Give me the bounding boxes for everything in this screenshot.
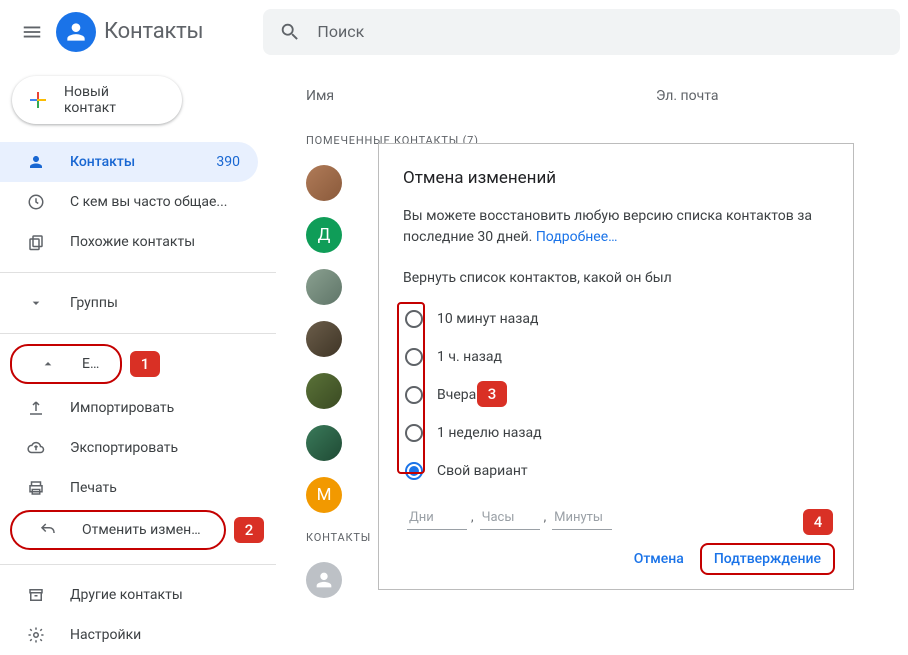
sidebar-item-groups[interactable]: Группы [0, 283, 258, 323]
radio-option-1week[interactable]: 1 неделю назад [403, 414, 829, 452]
gear-icon [24, 626, 48, 644]
sidebar-item-export[interactable]: Экспортировать [0, 428, 258, 468]
radio-label: 10 минут назад [437, 311, 538, 327]
dialog-body: Вы можете восстановить любую версию спис… [403, 206, 829, 248]
sidebar-item-label: Импортировать [70, 400, 240, 416]
radio-label: Вчера [437, 387, 476, 403]
app-header: Контакты Поиск [0, 0, 908, 64]
avatar: Д [306, 217, 342, 253]
history-icon [24, 193, 48, 211]
print-icon [24, 479, 48, 497]
column-headers: Имя Эл. почта [306, 64, 896, 118]
sidebar-item-label: С кем вы часто общае... [70, 194, 240, 210]
upload-icon [24, 399, 48, 417]
radio-label: 1 ч. назад [437, 349, 502, 365]
custom-time-inputs: Дни , Часы , Минуты [403, 506, 829, 530]
col-email: Эл. почта [656, 88, 718, 104]
sidebar-item-label: Контакты [70, 154, 216, 170]
sidebar-item-frequent[interactable]: С кем вы часто общае... [0, 182, 258, 222]
avatar [306, 321, 342, 357]
undo-icon [36, 521, 60, 539]
search-placeholder: Поиск [317, 22, 364, 41]
chevron-down-icon [24, 295, 48, 311]
cancel-button[interactable]: Отмена [622, 543, 696, 575]
divider [0, 272, 276, 273]
new-contact-button[interactable]: Новый контакт [12, 76, 182, 124]
sidebar-item-print[interactable]: Печать [0, 468, 258, 508]
dialog-title: Отмена изменений [403, 168, 829, 188]
sidebar-item-label: Отменить изменения [82, 522, 206, 538]
sidebar-item-label: Экспортировать [70, 440, 240, 456]
sidebar-item-undo[interactable]: Отменить изменения [10, 510, 226, 550]
person-icon [63, 19, 89, 45]
radio-option-1h[interactable]: 1 ч. назад [403, 338, 829, 376]
sidebar-item-import[interactable]: Импортировать [0, 388, 258, 428]
sidebar-item-label: Похожие контакты [70, 234, 240, 250]
sidebar-item-contacts[interactable]: Контакты 390 [0, 142, 258, 182]
sidebar-item-more[interactable]: Ещё [10, 344, 122, 384]
dialog-actions: Отмена Подтверждение [622, 543, 835, 575]
confirm-button[interactable]: Подтверждение [700, 543, 835, 575]
person-icon [24, 153, 48, 171]
sidebar-item-label: Печать [70, 480, 240, 496]
duplicate-icon [24, 233, 48, 251]
cloud-upload-icon [24, 439, 48, 457]
plus-icon [26, 88, 50, 112]
divider [0, 333, 276, 334]
sidebar-item-settings[interactable]: Настройки [0, 615, 258, 655]
radio-label: 1 неделю назад [437, 425, 542, 441]
menu-button[interactable] [8, 8, 56, 56]
undo-changes-dialog: Отмена изменений Вы можете восстановить … [378, 143, 854, 590]
radio-option-yesterday[interactable]: Вчера [403, 376, 829, 414]
sidebar-item-similar[interactable]: Похожие контакты [0, 222, 258, 262]
radio-option-custom[interactable]: Свой вариант [403, 452, 829, 490]
callout-badge-3: 3 [477, 381, 507, 407]
hours-input[interactable]: Часы [480, 506, 540, 530]
search-icon [279, 21, 301, 43]
dialog-subtitle: Вернуть список контактов, какой он был [403, 270, 829, 286]
radio-label: Свой вариант [437, 463, 528, 479]
search-input[interactable]: Поиск [263, 9, 900, 55]
hamburger-icon [21, 21, 43, 43]
app-title: Контакты [104, 19, 203, 44]
avatar [306, 373, 342, 409]
avatar: M [306, 477, 342, 513]
learn-more-link[interactable]: Подробнее… [536, 229, 618, 245]
sidebar: Новый контакт Контакты 390 С кем вы част… [0, 64, 276, 637]
divider [0, 564, 276, 565]
chevron-up-icon [36, 356, 60, 372]
col-name: Имя [306, 88, 656, 104]
sidebar-item-label: Другие контакты [70, 587, 240, 603]
avatar [306, 269, 342, 305]
sidebar-item-label: Настройки [70, 627, 240, 643]
avatar [306, 562, 342, 598]
days-input[interactable]: Дни [407, 506, 467, 530]
avatar [306, 425, 342, 461]
archive-icon [24, 586, 48, 604]
radio-highlight-box [397, 302, 425, 474]
sidebar-item-other[interactable]: Другие контакты [0, 575, 258, 615]
radio-options: 10 минут назад 1 ч. назад Вчера 1 неделю… [403, 300, 829, 490]
minutes-input[interactable]: Минуты [552, 506, 612, 530]
callout-badge-4: 4 [803, 509, 833, 535]
contacts-logo [56, 12, 96, 52]
sidebar-item-label: Ещё [82, 356, 102, 372]
contacts-count: 390 [216, 154, 240, 170]
sidebar-item-label: Группы [70, 295, 240, 311]
callout-badge-2: 2 [234, 517, 264, 543]
radio-option-10min[interactable]: 10 минут назад [403, 300, 829, 338]
callout-badge-1: 1 [130, 351, 160, 377]
new-contact-label: Новый контакт [64, 84, 162, 116]
avatar [306, 165, 342, 201]
